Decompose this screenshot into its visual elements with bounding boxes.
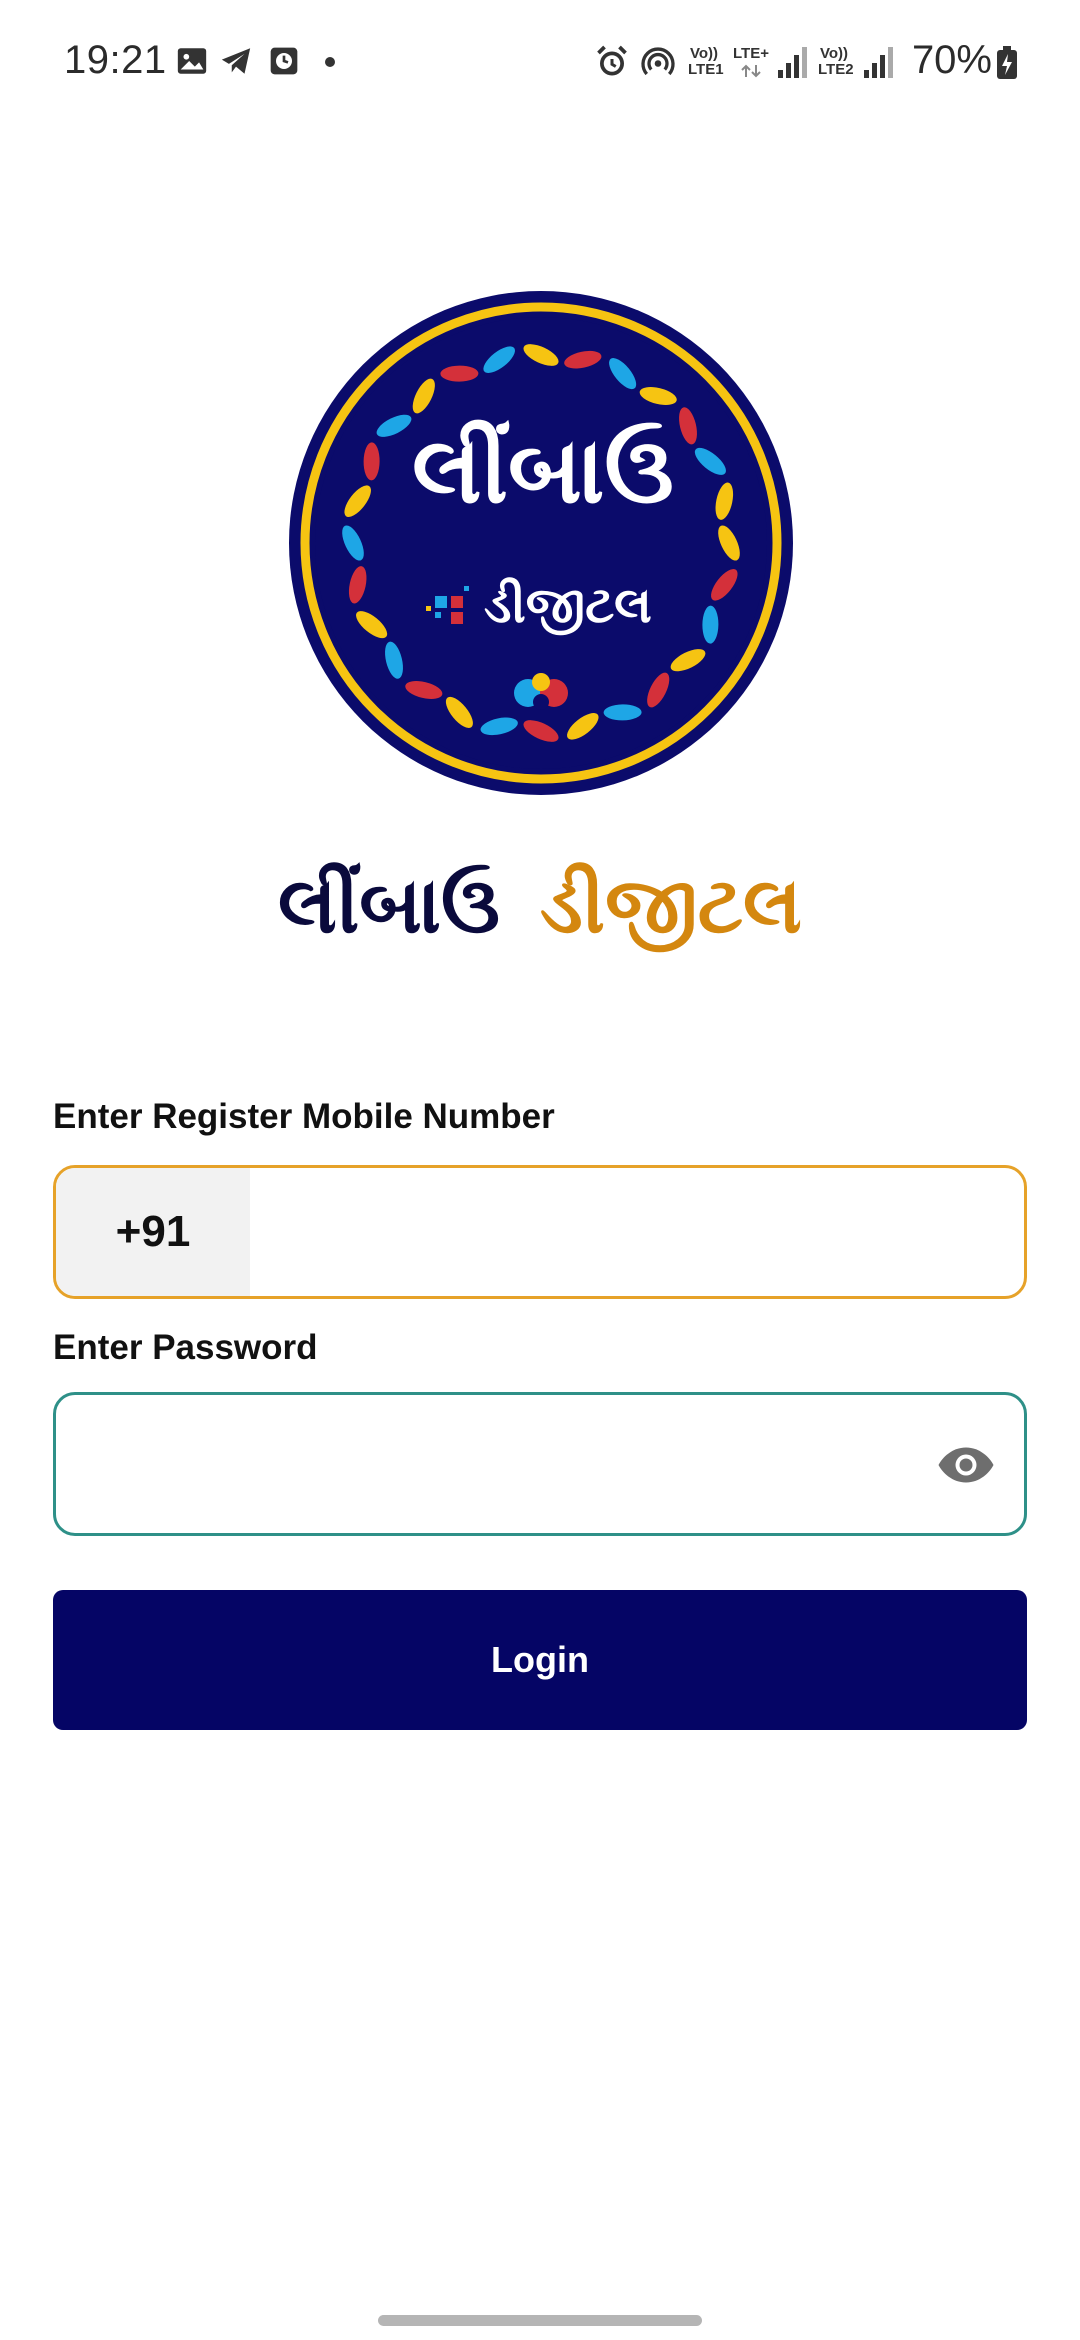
net2-bottom: LTE2 [818, 61, 854, 78]
logo-line1: લીંબાઉ [412, 417, 674, 524]
brand-title: લીંબાઉ ડીજીટલ [0, 860, 1080, 952]
battery-icon [997, 46, 1017, 79]
alarm-icon [597, 45, 627, 76]
brand-title-part1: લીંબાઉ [277, 860, 500, 951]
signal-2-icon [864, 47, 893, 78]
country-code[interactable]: +91 [56, 1168, 250, 1296]
status-time: 19:21 [64, 38, 167, 82]
password-label: Enter Password [53, 1328, 318, 1367]
logo-line2: ડીજીટલ [484, 576, 652, 635]
status-bar: 19:21 Vo)) LTE1 LTE+ Vo)) LTE2 70% [0, 0, 1080, 126]
data-arrows-icon [741, 64, 761, 78]
mobile-input[interactable] [250, 1168, 1024, 1296]
password-input[interactable] [56, 1395, 896, 1533]
brand-title-part2: ડીજીટલ [539, 860, 802, 951]
signal-icon [778, 47, 807, 78]
telegram-icon [221, 48, 251, 74]
image-icon [177, 48, 207, 74]
net1-bottom: LTE1 [688, 61, 724, 78]
hotspot-icon [641, 47, 675, 76]
battery-percent: 70% [911, 38, 992, 82]
net-lte-plus: LTE+ [733, 45, 769, 62]
clock-app-icon [270, 47, 298, 75]
home-indicator[interactable] [378, 2315, 702, 2326]
logo-emblem: લીંબાઉ ડીજીટલ [289, 291, 793, 795]
toggle-password-button[interactable] [936, 1435, 996, 1495]
mobile-label: Enter Register Mobile Number [53, 1097, 555, 1136]
login-button[interactable]: Login [53, 1590, 1027, 1730]
net2-top: Vo)) [820, 45, 849, 62]
mobile-field: +91 [53, 1165, 1027, 1299]
eye-icon [938, 1447, 994, 1483]
app-logo: લીંબાઉ ડીજીટલ [288, 290, 794, 796]
net1-top: Vo)) [690, 45, 719, 62]
password-field [53, 1392, 1027, 1536]
more-dot-icon [325, 57, 335, 67]
